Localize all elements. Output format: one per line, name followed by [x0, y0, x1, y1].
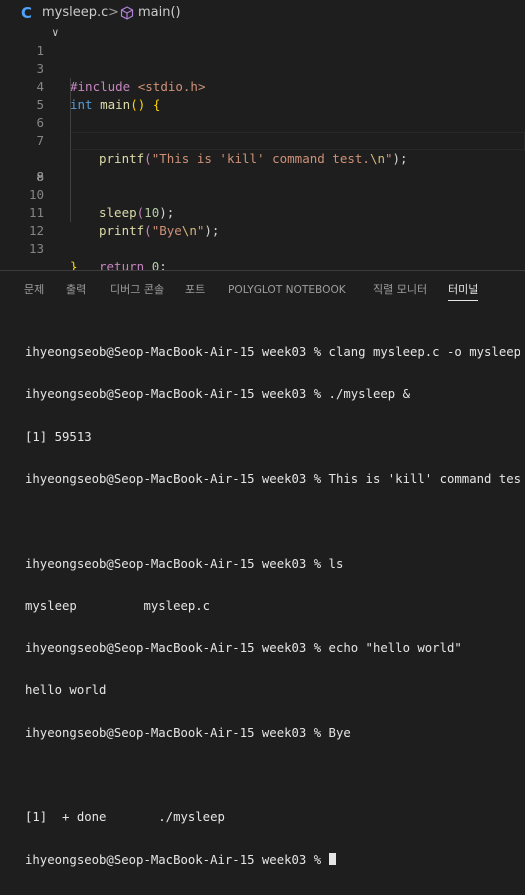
code-line: 11: [0, 186, 525, 220]
breadcrumb-symbol[interactable]: main(): [138, 5, 181, 21]
code-line: 4 int main() {: [0, 60, 525, 112]
terminal-prompt: ihyeongseob@Seop-MacBook-Air-15 week03 %: [25, 852, 329, 867]
panel-tabs: 문제 출력 디버그 콘솔 포트 POLYGLOT NOTEBOOK 직렬 모니터…: [0, 271, 525, 309]
terminal-line: [1] + done ./mysleep: [25, 810, 225, 825]
fold-chevron-icon[interactable]: ∨: [52, 24, 64, 42]
line-number: 13: [28, 241, 44, 256]
terminal-line: ihyeongseob@Seop-MacBook-Air-15 week03 %…: [25, 641, 462, 656]
indent-guide: [70, 204, 71, 222]
breadcrumb: C mysleep.c > main(): [0, 0, 525, 26]
tab-debug-console[interactable]: 디버그 콘솔: [110, 283, 164, 297]
code-line: 3: [0, 42, 525, 76]
function-cube-icon: [120, 6, 134, 20]
breadcrumb-separator: >: [108, 5, 119, 20]
current-line-highlight: [70, 132, 525, 150]
terminal-line: ihyeongseob@Seop-MacBook-Air-15 week03 %…: [25, 345, 520, 360]
indent-guide: [70, 186, 71, 204]
code-line-current: 8 sleep(10);: [0, 132, 525, 220]
indent-guide: [70, 168, 71, 186]
code-line: 6 printf("This is 'kill' command test.\n…: [0, 96, 525, 166]
active-tab-indicator: [448, 300, 478, 301]
terminal-line: ihyeongseob@Seop-MacBook-Air-15 week03 %…: [25, 725, 351, 740]
terminal-line: ihyeongseob@Seop-MacBook-Air-15 week03 %…: [25, 387, 410, 402]
code-editor[interactable]: 1 ∨ #include <stdio.h> 3 4 int main() { …: [0, 24, 525, 274]
code-line: 10 printf("Bye\n");: [0, 168, 525, 238]
indent-guide: [70, 96, 71, 114]
terminal-line: ihyeongseob@Seop-MacBook-Air-15 week03 %…: [25, 556, 344, 571]
terminal-line: mysleep mysleep.c: [25, 598, 211, 613]
code-line: 1 ∨ #include <stdio.h>: [0, 24, 525, 94]
bottom-panel: 문제 출력 디버그 콘솔 포트 POLYGLOT NOTEBOOK 직렬 모니터…: [0, 270, 525, 867]
terminal-line: [1] 59513: [25, 429, 92, 444]
terminal-output[interactable]: ihyeongseob@Seop-MacBook-Air-15 week03 %…: [25, 317, 520, 895]
c-file-icon: C: [21, 4, 33, 22]
code-line: 5: [0, 78, 525, 112]
terminal-cursor[interactable]: [328, 852, 336, 865]
indent-guide: [70, 150, 71, 168]
terminal-prompt-line: ihyeongseob@Seop-MacBook-Air-15 week03 %: [25, 852, 520, 867]
breadcrumb-file[interactable]: mysleep.c: [42, 5, 108, 21]
code-line: 13 }: [0, 222, 525, 274]
indent-guide: [70, 132, 71, 150]
tab-serial-monitor[interactable]: 직렬 모니터: [373, 283, 427, 297]
tab-problems[interactable]: 문제: [24, 283, 44, 297]
code-line: 12 return 0;: [0, 204, 525, 274]
terminal-line: hello world: [25, 683, 107, 698]
tab-ports[interactable]: 포트: [185, 283, 205, 297]
code-line: 7: [0, 114, 525, 148]
tab-terminal[interactable]: 터미널: [448, 283, 478, 297]
code-line: 9: [0, 150, 525, 184]
tab-output[interactable]: 출력: [66, 283, 86, 297]
tab-polyglot-notebook[interactable]: POLYGLOT NOTEBOOK: [228, 283, 346, 297]
indent-guide: [70, 114, 71, 132]
indent-guide: [70, 78, 71, 96]
terminal-line: ihyeongseob@Seop-MacBook-Air-15 week03 %…: [25, 472, 520, 487]
